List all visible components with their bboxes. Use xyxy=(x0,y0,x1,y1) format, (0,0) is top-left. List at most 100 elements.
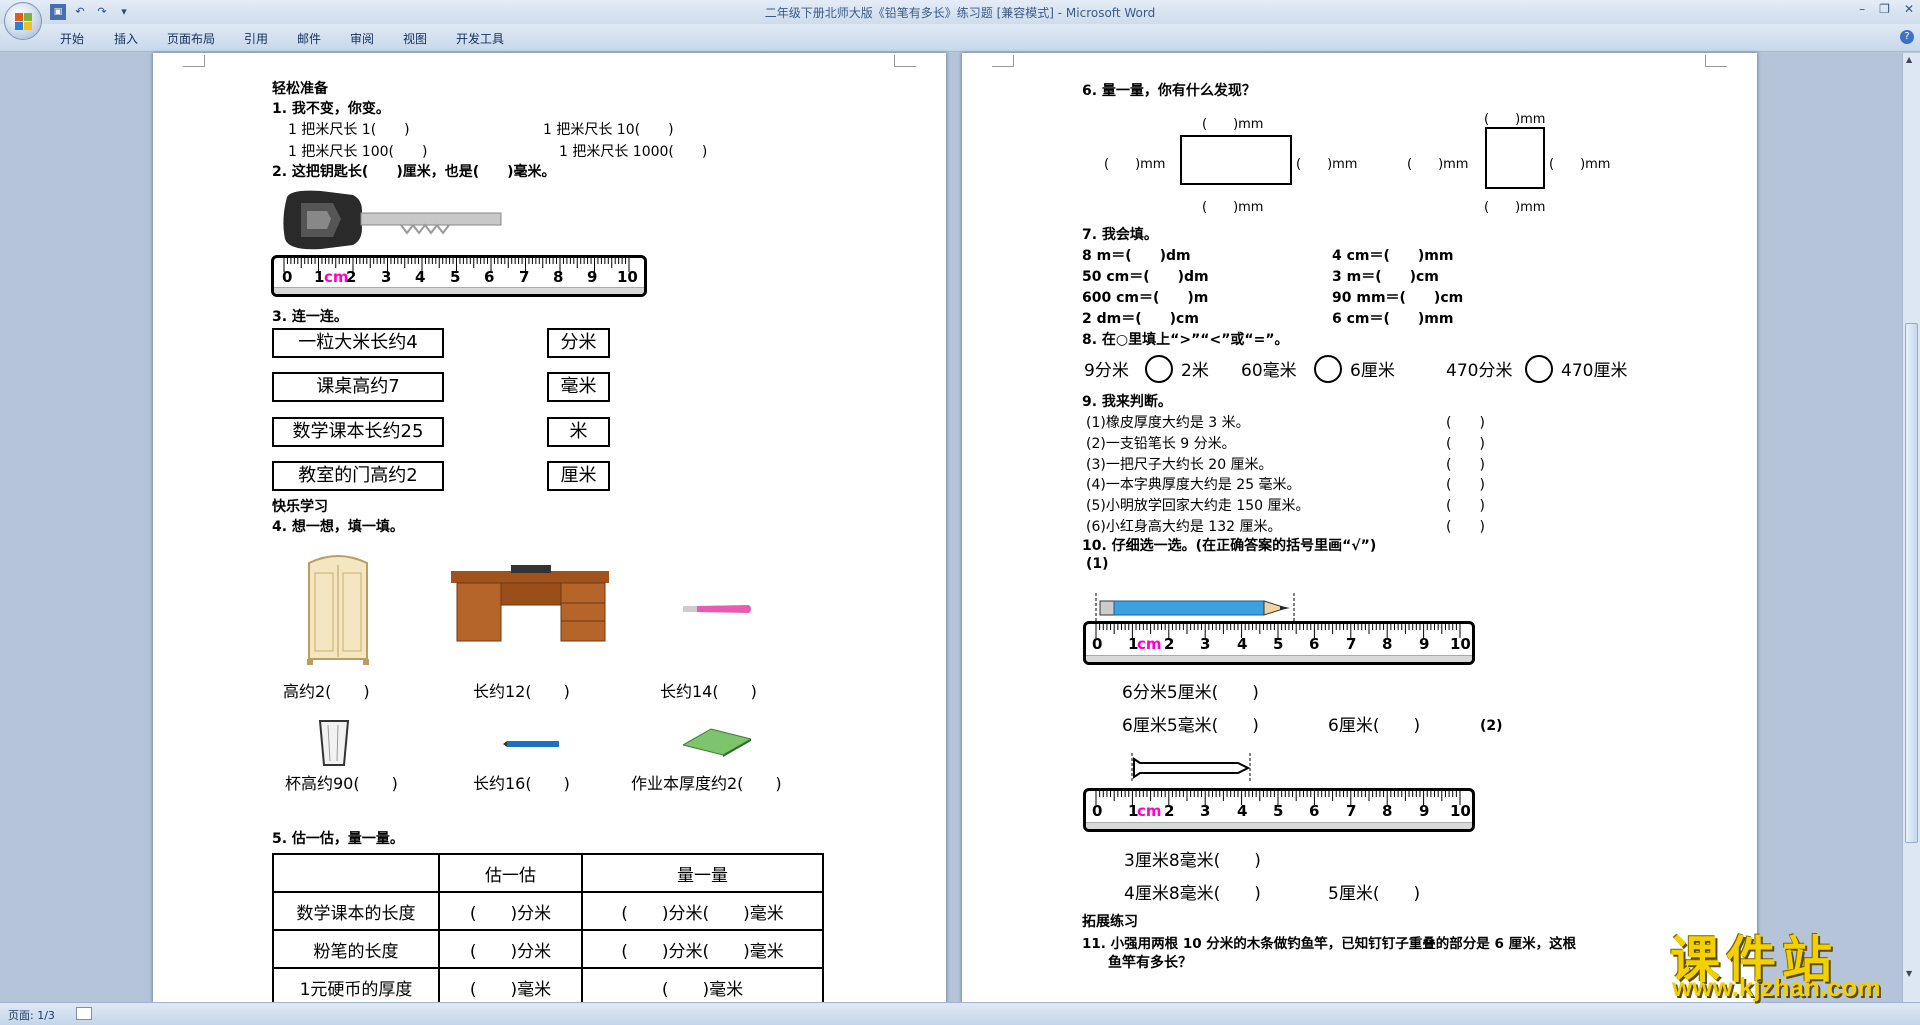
question-10: 10. 仔细选一选。(在正确答案的括号里画“√”) xyxy=(1082,538,1377,554)
table-cell: ( )毫米 xyxy=(581,967,824,1007)
ruler-label-10: 10 xyxy=(1450,802,1471,820)
option-2a: 3厘米8毫米( ) xyxy=(1124,851,1261,871)
table-header-row: 估一估 量一量 xyxy=(272,853,824,893)
tab-developer[interactable]: 开发工具 xyxy=(456,30,504,47)
fill-item: 4 cm＝( )mm xyxy=(1332,248,1454,264)
ruler-label-cm: cm xyxy=(324,268,349,286)
ruler-label-6: 6 xyxy=(1309,635,1320,653)
scroll-up-icon[interactable]: ▲ xyxy=(1906,55,1912,64)
fill-item: 6 cm＝( )mm xyxy=(1332,311,1454,327)
judge-item: (2)一支铅笔长 9 分米。 xyxy=(1086,436,1236,452)
table-cell: 数学课本的长度 xyxy=(272,891,440,931)
q10-part-2: (2) xyxy=(1480,718,1503,734)
question-9: 9. 我来判断。 xyxy=(1082,394,1172,410)
judge-item: (6)小红身高大约是 132 厘米。 xyxy=(1086,519,1282,535)
office-button[interactable] xyxy=(4,2,42,40)
desk-image xyxy=(451,565,609,642)
window-title: 二年级下册北师大版《铅笔有多长》练习题 [兼容模式] - Microsoft W… xyxy=(764,6,1156,20)
section-heading: 快乐学习 xyxy=(272,499,328,515)
nail-image xyxy=(1131,753,1251,783)
q1-item-d: 1 把米尺长 1000( ) xyxy=(559,144,708,160)
compare-circle[interactable] xyxy=(1525,355,1553,383)
match-left-item: 教室的门高约2 xyxy=(272,461,444,491)
ruler-label-7: 7 xyxy=(1346,802,1357,820)
ruler-label-4: 4 xyxy=(1237,802,1248,820)
ruler-label-0: 0 xyxy=(1092,635,1103,653)
minimize-button[interactable]: – xyxy=(1859,2,1865,16)
ruler-label-10: 10 xyxy=(617,268,638,286)
pic-label: 长约16( ) xyxy=(473,774,570,793)
ruler-label-5: 5 xyxy=(450,268,461,286)
compare-circle[interactable] xyxy=(1145,355,1173,383)
restore-button[interactable]: ❐ xyxy=(1879,2,1890,16)
pic-label: 长约12( ) xyxy=(473,682,570,701)
vertical-scrollbar[interactable]: ▲ ▼ xyxy=(1902,53,1920,1002)
table-header-cell: 估一估 xyxy=(438,853,583,893)
compare-circle[interactable] xyxy=(1314,355,1342,383)
q1-item-c: 1 把米尺长 100( ) xyxy=(288,144,428,160)
table-cell: 粉笔的长度 xyxy=(272,929,440,969)
section-heading: 拓展练习 xyxy=(1082,914,1138,930)
ruler-label-10: 10 xyxy=(1450,635,1471,653)
mm-blank: ( )mm xyxy=(1407,157,1469,172)
proofing-icon[interactable] xyxy=(76,1007,92,1020)
scrollbar-thumb[interactable] xyxy=(1905,323,1918,843)
mm-blank: ( )mm xyxy=(1484,112,1546,127)
cup-image xyxy=(318,720,350,766)
page-corner-mark xyxy=(1705,55,1727,67)
table-cell: ( )分米 xyxy=(438,929,583,969)
table-row: 1元硬币的厚度 ( )毫米 ( )毫米 xyxy=(272,967,824,1007)
pic-label: 高约2( ) xyxy=(283,682,370,701)
table-header-cell xyxy=(272,853,440,893)
mm-blank: ( )mm xyxy=(1202,117,1264,132)
ruler-label-4: 4 xyxy=(1237,635,1248,653)
fill-item: 3 m＝( )cm xyxy=(1332,269,1439,285)
option-1b: 6厘米5毫米( ) xyxy=(1122,716,1259,736)
judge-blank: ( ) xyxy=(1446,415,1485,431)
status-bar: 页面: 1/3 xyxy=(0,1002,1920,1025)
fill-item: 600 cm＝( )m xyxy=(1082,290,1209,306)
close-button[interactable]: ✕ xyxy=(1904,2,1914,16)
pen-image xyxy=(503,741,559,747)
pic-label: 杯高约90( ) xyxy=(285,774,398,793)
tab-insert[interactable]: 插入 xyxy=(114,30,138,47)
tab-home[interactable]: 开始 xyxy=(60,30,84,47)
scroll-down-icon[interactable]: ▼ xyxy=(1906,969,1912,978)
match-right-item: 毫米 xyxy=(547,372,610,402)
question-2: 2. 这把钥匙长( )厘米，也是( )毫米。 xyxy=(272,164,556,180)
ruler-label-2: 2 xyxy=(1164,802,1175,820)
wardrobe-image xyxy=(307,555,369,665)
tab-view[interactable]: 视图 xyxy=(403,30,427,47)
ruler-label-cm: cm xyxy=(1137,635,1162,653)
question-11-cont: 鱼竿有多长？ xyxy=(1108,955,1192,971)
estimate-table: 估一估 量一量 数学课本的长度 ( )分米 ( )分米( )毫米 粉笔的长度 (… xyxy=(272,853,824,1007)
tab-review[interactable]: 审阅 xyxy=(350,30,374,47)
tab-mailings[interactable]: 邮件 xyxy=(297,30,321,47)
compare-left: 60毫米 xyxy=(1241,361,1297,381)
table-cell: ( )分米 xyxy=(438,891,583,931)
help-icon[interactable]: ? xyxy=(1900,30,1914,44)
tab-references[interactable]: 引用 xyxy=(244,30,268,47)
question-8: 8. 在○里填上“>”“<”或“=”。 xyxy=(1082,332,1289,348)
ribbon-tabs: 开始 插入 页面布局 引用 邮件 审阅 视图 开发工具 xyxy=(0,24,1920,52)
question-3: 3. 连一连。 xyxy=(272,309,348,325)
document-page-2: 6. 量一量，你有什么发现？ ( )mm ( )mm ( )mm ( )mm (… xyxy=(962,53,1757,1002)
table-row: 数学课本的长度 ( )分米 ( )分米( )毫米 xyxy=(272,891,824,931)
mm-blank: ( )mm xyxy=(1104,157,1166,172)
pic-label: 作业本厚度约2( ) xyxy=(631,774,782,793)
match-right-item: 分米 xyxy=(547,328,610,358)
ruler-label-9: 9 xyxy=(587,268,598,286)
judge-blank: ( ) xyxy=(1446,457,1485,473)
judge-item: (4)一本字典厚度大约是 25 毫米。 xyxy=(1086,477,1301,493)
ruler-label-9: 9 xyxy=(1419,635,1430,653)
ruler-label-3: 3 xyxy=(1200,635,1211,653)
fill-item: 90 mm＝( )cm xyxy=(1332,290,1464,306)
compare-right: 6厘米 xyxy=(1350,361,1395,381)
title-bar: ▣ ↶ ↷ ▾ 二年级下册北师大版《铅笔有多长》练习题 [兼容模式] - Mic… xyxy=(0,0,1920,24)
ruler-label-0: 0 xyxy=(282,268,293,286)
ruler-label-3: 3 xyxy=(381,268,392,286)
ruler-label-5: 5 xyxy=(1273,635,1284,653)
table-cell: ( )毫米 xyxy=(438,967,583,1007)
tab-page-layout[interactable]: 页面布局 xyxy=(167,30,215,47)
page-count[interactable]: 页面: 1/3 xyxy=(8,1007,55,1023)
